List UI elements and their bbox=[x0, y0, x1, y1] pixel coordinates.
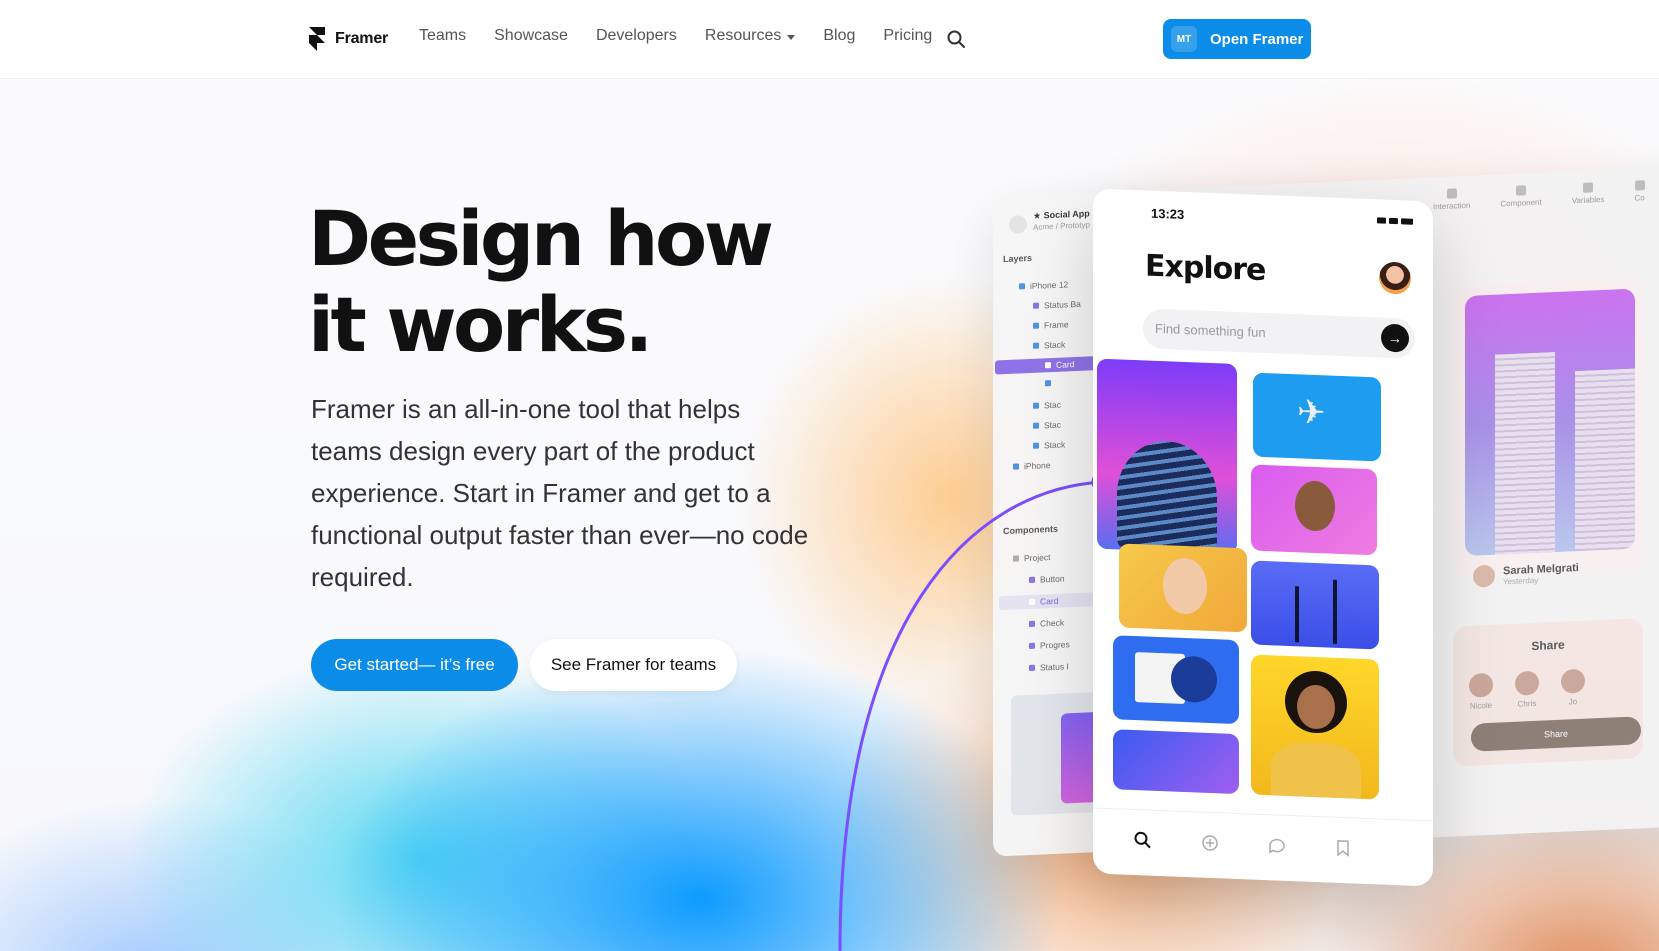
profile-row: Sarah Melgrati Yesterday bbox=[1473, 561, 1579, 588]
share-button: Share bbox=[1471, 716, 1641, 752]
layers-title: Layers bbox=[1003, 252, 1033, 265]
photo-tile bbox=[1113, 729, 1239, 795]
chat-icon bbox=[1269, 838, 1285, 854]
avatar bbox=[1379, 261, 1411, 295]
nav-link-resources[interactable]: Resources bbox=[704, 27, 796, 45]
layer-item: Stac bbox=[1033, 420, 1061, 431]
nav-link-teams[interactable]: Teams bbox=[419, 27, 466, 45]
photo-tile-vinyl bbox=[1113, 635, 1239, 725]
arrow-right-icon: → bbox=[1381, 323, 1409, 353]
share-person: Nicole bbox=[1469, 672, 1493, 711]
status-icons bbox=[1377, 217, 1413, 225]
framer-logo[interactable]: Framer bbox=[309, 27, 388, 51]
code-icon bbox=[1634, 180, 1645, 191]
signal-icon bbox=[1377, 217, 1386, 224]
hero-description: Framer is an all-in-one tool that helps … bbox=[311, 394, 809, 592]
interaction-icon bbox=[1446, 188, 1457, 199]
phone-mockup: 13:23 Explore Find something fun → ✈ bbox=[1093, 188, 1433, 887]
avatar bbox=[1469, 672, 1493, 698]
photo-tile bbox=[1119, 543, 1247, 633]
avatar bbox=[1561, 668, 1585, 694]
nav-links: Teams Showcase Developers Resources Blog… bbox=[419, 27, 960, 45]
stack-icon bbox=[1033, 342, 1039, 349]
layer-item: Frame bbox=[1033, 319, 1069, 331]
plus-circle-icon bbox=[1202, 835, 1218, 851]
share-title: Share bbox=[1531, 637, 1565, 654]
editor-toolbar: Interaction Component Variables Co bbox=[1433, 180, 1645, 211]
layer-item: Stack bbox=[1033, 439, 1065, 450]
layer-item: iPhone 12 bbox=[1019, 279, 1068, 291]
share-person: Jo bbox=[1561, 668, 1585, 707]
explore-title: Explore bbox=[1145, 248, 1266, 289]
nav-link-developers[interactable]: Developers bbox=[596, 27, 677, 45]
phone-tab-bar bbox=[1093, 807, 1433, 887]
frame-icon bbox=[1019, 283, 1025, 290]
variables-icon bbox=[1583, 182, 1594, 193]
search-icon bbox=[1134, 831, 1151, 849]
open-framer-label: Open Framer bbox=[1210, 30, 1304, 48]
photo-tile bbox=[1251, 464, 1377, 556]
building-image bbox=[1465, 288, 1635, 556]
layer-item: Stac bbox=[1033, 400, 1061, 411]
toolbar-component: Component bbox=[1500, 185, 1542, 208]
component-icon bbox=[1033, 302, 1039, 309]
layer-item: Status Ba bbox=[1033, 299, 1081, 311]
component-icon bbox=[1045, 362, 1051, 369]
preview-card bbox=[1453, 278, 1643, 577]
photo-tile bbox=[1251, 654, 1379, 800]
bookmark-icon bbox=[1337, 840, 1349, 857]
frame-icon bbox=[1045, 380, 1051, 387]
stack-icon bbox=[1033, 402, 1039, 409]
nav-link-showcase[interactable]: Showcase bbox=[494, 27, 568, 45]
headline-line-1: Design how bbox=[308, 194, 774, 283]
top-navigation: Framer Teams Showcase Developers Resourc… bbox=[0, 0, 1659, 79]
toolbar-interaction: Interaction bbox=[1433, 188, 1470, 211]
component-icon bbox=[1516, 185, 1527, 196]
stack-icon bbox=[1033, 442, 1039, 449]
layer-item bbox=[1045, 380, 1056, 387]
search-icon[interactable] bbox=[946, 29, 966, 49]
share-people: Nicole Chris Jo bbox=[1469, 668, 1585, 711]
menu-icon bbox=[1009, 215, 1027, 234]
see-framer-for-teams-button[interactable]: See Framer for teams bbox=[530, 639, 737, 691]
avatar bbox=[1515, 670, 1539, 696]
frame-icon bbox=[1033, 322, 1039, 329]
connection-curve bbox=[838, 471, 1113, 951]
get-started-button[interactable]: Get started— it’s free bbox=[311, 639, 518, 691]
toolbar-more: Co bbox=[1634, 180, 1645, 203]
airplane-icon: ✈ bbox=[1297, 393, 1326, 433]
hero-headline: Design how it works. bbox=[308, 194, 774, 369]
nav-link-resources-label: Resources bbox=[704, 27, 782, 44]
avatar bbox=[1473, 564, 1495, 588]
nav-link-pricing[interactable]: Pricing bbox=[883, 27, 932, 45]
stack-icon bbox=[1033, 422, 1039, 429]
user-initials-badge: MT bbox=[1171, 26, 1197, 52]
wifi-icon bbox=[1389, 217, 1398, 225]
phone-time: 13:23 bbox=[1151, 205, 1185, 222]
project-path: Acme / Prototyp bbox=[1033, 220, 1090, 232]
battery-icon bbox=[1401, 218, 1413, 225]
share-person: Chris bbox=[1515, 670, 1539, 709]
caret-down-icon bbox=[787, 34, 796, 40]
share-card: Share Nicole Chris Jo Share bbox=[1453, 618, 1643, 767]
nav-link-blog[interactable]: Blog bbox=[823, 27, 855, 45]
toolbar-variables: Variables bbox=[1572, 182, 1604, 205]
layer-item: Stack bbox=[1033, 339, 1065, 350]
headline-line-2: it works. bbox=[308, 280, 653, 369]
framer-icon bbox=[309, 27, 325, 51]
photo-tile bbox=[1097, 358, 1237, 555]
logo-text: Framer bbox=[335, 30, 389, 47]
open-framer-button[interactable]: MT Open Framer bbox=[1163, 19, 1311, 59]
photo-tile-airplane: ✈ bbox=[1253, 372, 1381, 462]
photo-tile-palms bbox=[1251, 560, 1379, 650]
search-placeholder: Find something fun bbox=[1155, 320, 1266, 341]
phone-search-field: Find something fun → bbox=[1143, 308, 1415, 359]
